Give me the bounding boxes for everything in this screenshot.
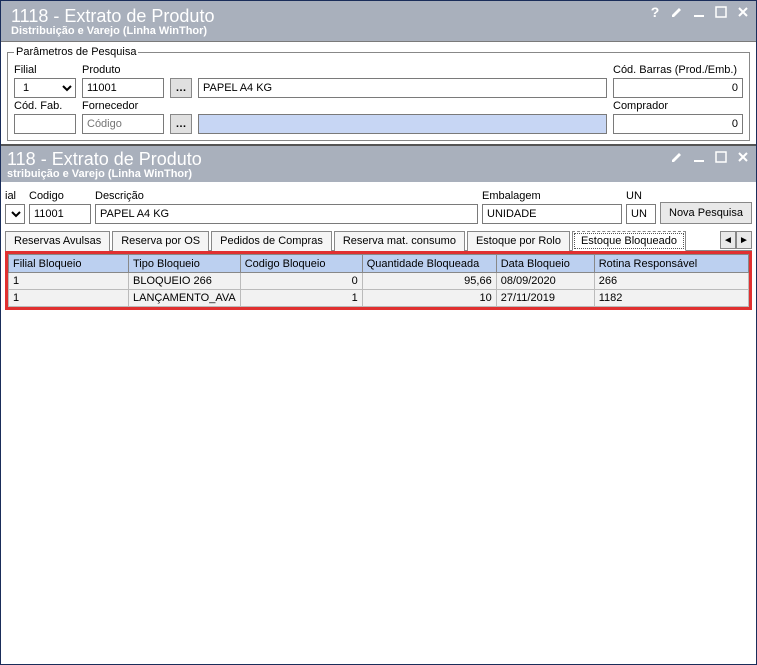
codbarras-input[interactable]: [613, 78, 743, 98]
inner-window-title: 118 - Extrato de Produto: [7, 148, 748, 170]
tab-estoque-por-rolo[interactable]: Estoque por Rolo: [467, 231, 570, 251]
outer-titlebar: 1118 - Extrato de Produto Distribuição e…: [1, 1, 756, 41]
col-codigo-bloqueio[interactable]: Codigo Bloqueio: [240, 255, 362, 273]
inner-filial-label: ial: [5, 190, 25, 202]
codfab-input[interactable]: [14, 114, 76, 134]
help-icon[interactable]: ?: [648, 5, 662, 19]
codfab-label: Cód. Fab.: [14, 100, 76, 112]
col-data-bloqueio[interactable]: Data Bloqueio: [496, 255, 594, 273]
params-fieldset: Parâmetros de Pesquisa Filial 1 Produto …: [7, 46, 750, 141]
cell-qtd: 10: [362, 290, 496, 307]
inner-descricao-input[interactable]: [95, 204, 478, 224]
close-icon[interactable]: [736, 5, 750, 19]
col-tipo-bloqueio[interactable]: Tipo Bloqueio: [129, 255, 241, 273]
filial-select[interactable]: 1: [14, 78, 76, 98]
cell-data: 27/11/2019: [496, 290, 594, 307]
close-icon[interactable]: [736, 150, 750, 164]
edit-icon[interactable]: [670, 5, 684, 19]
inner-window: 118 - Extrato de Produto stribuição e Va…: [1, 145, 756, 665]
cell-tipo: BLOQUEIO 266: [129, 273, 241, 290]
grid-highlight: Filial Bloqueio Tipo Bloqueio Codigo Blo…: [5, 251, 752, 310]
table-row[interactable]: 1BLOQUEIO 266095,6608/09/2020266: [9, 273, 749, 290]
tab-reserva-mat-consumo[interactable]: Reserva mat. consumo: [334, 231, 465, 251]
nova-pesquisa-button[interactable]: Nova Pesquisa: [660, 202, 752, 224]
produto-label: Produto: [82, 64, 164, 76]
minimize-icon[interactable]: [692, 5, 706, 19]
inner-descricao-label: Descrição: [95, 190, 478, 202]
outer-body: Parâmetros de Pesquisa Filial 1 Produto …: [1, 41, 756, 145]
cell-tipo: LANÇAMENTO_AVA: [129, 290, 241, 307]
cell-codigo: 1: [240, 290, 362, 307]
params-legend: Parâmetros de Pesquisa: [14, 46, 138, 58]
tab-reserva-por-os[interactable]: Reserva por OS: [112, 231, 209, 251]
cell-data: 08/09/2020: [496, 273, 594, 290]
comprador-input[interactable]: [613, 114, 743, 134]
inner-embalagem-input[interactable]: [482, 204, 622, 224]
produto-lookup-button[interactable]: …: [170, 78, 192, 98]
minimize-icon[interactable]: [692, 150, 706, 164]
cell-qtd: 95,66: [362, 273, 496, 290]
inner-embalagem-label: Embalagem: [482, 190, 622, 202]
inner-window-subtitle: stribuição e Varejo (Linha WinThor): [7, 168, 748, 180]
fornecedor-desc-input[interactable]: [198, 114, 607, 134]
tab-reservas-avulsas[interactable]: Reservas Avulsas: [5, 231, 110, 251]
col-quantidade-bloqueada[interactable]: Quantidade Bloqueada: [362, 255, 496, 273]
produto-code-input[interactable]: [82, 78, 164, 98]
fornecedor-lookup-button[interactable]: …: [170, 114, 192, 134]
outer-window-title: 1118 - Extrato de Produto: [11, 5, 748, 27]
codbarras-label: Cód. Barras (Prod./Emb.): [613, 64, 743, 76]
comprador-label: Comprador: [613, 100, 743, 112]
inner-un-label: UN: [626, 190, 656, 202]
cell-rotina: 1182: [594, 290, 748, 307]
inner-titlebar: 118 - Extrato de Produto stribuição e Va…: [1, 146, 756, 182]
tab-next-icon[interactable]: ►: [736, 231, 752, 249]
filial-label: Filial: [14, 64, 76, 76]
inner-filial-select[interactable]: [5, 204, 25, 224]
edit-icon[interactable]: [670, 150, 684, 164]
fornecedor-code-input[interactable]: [82, 114, 164, 134]
produto-desc-input[interactable]: [198, 78, 607, 98]
outer-window-subtitle: Distribuição e Varejo (Linha WinThor): [11, 25, 748, 39]
inner-codigo-label: Codigo: [29, 190, 91, 202]
tab-prev-icon[interactable]: ◄: [720, 231, 736, 249]
maximize-icon[interactable]: [714, 150, 728, 164]
cell-rotina: 266: [594, 273, 748, 290]
inner-un-input[interactable]: [626, 204, 656, 224]
table-row[interactable]: 1LANÇAMENTO_AVA11027/11/20191182: [9, 290, 749, 307]
cell-codigo: 0: [240, 273, 362, 290]
tab-pedidos-compras[interactable]: Pedidos de Compras: [211, 231, 332, 251]
tabbar: Reservas Avulsas Reserva por OS Pedidos …: [5, 230, 752, 251]
cell-filial: 1: [9, 273, 129, 290]
estoque-bloqueado-grid[interactable]: Filial Bloqueio Tipo Bloqueio Codigo Blo…: [8, 254, 749, 307]
col-filial-bloqueio[interactable]: Filial Bloqueio: [9, 255, 129, 273]
inner-body: ial Codigo Descrição Embalagem UN: [1, 182, 756, 312]
inner-codigo-input[interactable]: [29, 204, 91, 224]
tab-estoque-bloqueado[interactable]: Estoque Bloqueado: [572, 231, 686, 251]
fornecedor-label: Fornecedor: [82, 100, 164, 112]
cell-filial: 1: [9, 290, 129, 307]
maximize-icon[interactable]: [714, 5, 728, 19]
col-rotina-responsavel[interactable]: Rotina Responsável: [594, 255, 748, 273]
